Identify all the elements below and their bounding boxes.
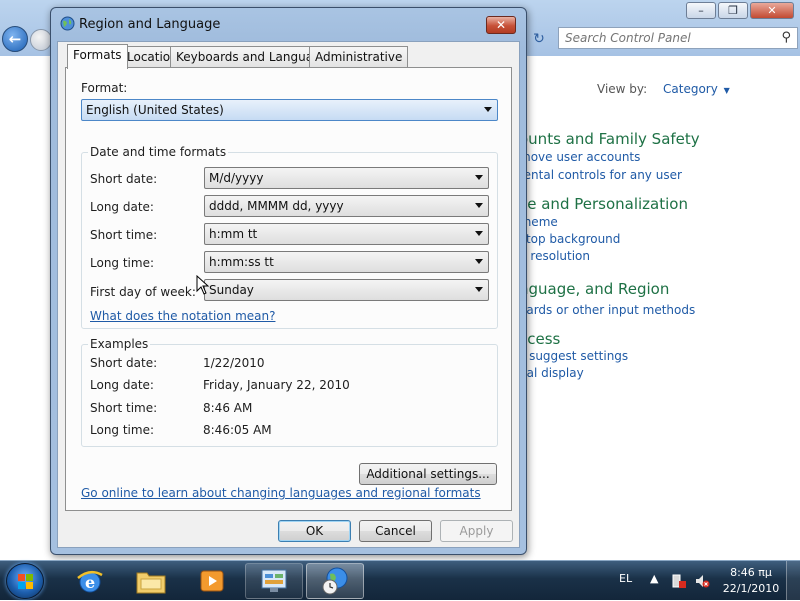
apply-button[interactable]: Apply [440, 520, 513, 542]
category-link[interactable]: s suggest settings [519, 349, 628, 363]
taskbar-internet-explorer[interactable]: e [61, 563, 119, 599]
first-day-label: First day of week: [90, 285, 196, 299]
back-button[interactable]: ← [2, 26, 28, 52]
show-hidden-icons-icon[interactable]: ▲ [650, 572, 658, 585]
example-short-time-label: Short time: [90, 401, 158, 415]
taskbar-clock[interactable]: 8:46 πμ 22/1/2010 [722, 565, 780, 597]
online-languages-link[interactable]: Go online to learn about changing langua… [81, 486, 481, 500]
first-day-dropdown[interactable]: Sunday [204, 279, 489, 301]
windows-logo-icon [18, 574, 33, 589]
chevron-down-icon [475, 203, 483, 208]
cancel-button[interactable]: Cancel [359, 520, 432, 542]
example-short-time-value: 8:46 AM [203, 401, 253, 415]
first-day-value: Sunday [209, 283, 254, 297]
cp-close-button[interactable]: ✕ [750, 2, 794, 19]
additional-settings-button[interactable]: Additional settings... [359, 463, 497, 485]
clock-time: 8:46 πμ [730, 566, 772, 579]
format-label: Format: [81, 81, 128, 95]
search-icon[interactable]: ⚲ [781, 30, 791, 45]
back-arrow-icon: ← [8, 30, 22, 48]
notation-help-link[interactable]: What does the notation mean? [90, 309, 275, 323]
short-time-label: Short time: [90, 228, 158, 242]
chevron-down-icon[interactable]: ▼ [724, 86, 730, 95]
category-user-accounts-title[interactable]: ounts and Family Safety [519, 130, 700, 148]
tab-administrative[interactable]: Administrative [309, 46, 409, 68]
category-link[interactable]: move user accounts [519, 150, 640, 164]
format-value: English (United States) [86, 103, 224, 117]
cp-caption-buttons: – ❐ ✕ [686, 2, 794, 19]
category-link[interactable]: oards or other input methods [519, 303, 695, 317]
category-appearance-title[interactable]: ce and Personalization [519, 195, 688, 213]
search-input[interactable] [565, 31, 765, 45]
cp-minimize-button[interactable]: – [686, 2, 716, 19]
taskbar: e EL ▲ 8:46 πμ 22/1/2010 [0, 560, 800, 601]
long-date-dropdown[interactable]: dddd, MMMM dd, yyyy [204, 195, 489, 217]
refresh-button[interactable]: ↻ [528, 29, 550, 49]
cp-maximize-button[interactable]: ❐ [718, 2, 748, 19]
forward-button[interactable] [30, 29, 52, 51]
dialog-client-area: Formats Location Keyboards and Languages… [57, 41, 520, 548]
globe-icon [60, 16, 75, 31]
category-clock-language-title[interactable]: nguage, and Region [519, 280, 669, 298]
region-language-dialog: Region and Language ✕ Formats Location K… [50, 7, 527, 555]
volume-muted-icon[interactable] [694, 573, 710, 589]
taskbar-windows-explorer[interactable] [122, 563, 180, 599]
view-by: View by: Category ▼ [597, 82, 730, 96]
internet-explorer-icon: e [77, 570, 103, 593]
control-panel-icon [261, 569, 287, 592]
ok-button[interactable]: OK [278, 520, 351, 542]
view-by-label: View by: [597, 82, 648, 96]
long-date-label: Long date: [90, 200, 154, 214]
example-short-date-value: 1/22/2010 [203, 356, 265, 370]
svg-text:e: e [85, 573, 95, 592]
search-box[interactable]: ⚲ [558, 27, 798, 49]
dialog-close-button[interactable]: ✕ [486, 16, 516, 34]
taskbar-region-language[interactable] [306, 563, 364, 599]
folder-icon [136, 572, 166, 594]
long-time-value: h:mm:ss tt [209, 255, 274, 269]
dialog-title: Region and Language [79, 17, 221, 32]
taskbar-media-player[interactable] [183, 563, 241, 599]
action-center-icon[interactable] [671, 573, 687, 589]
chevron-down-icon [475, 231, 483, 236]
formats-panel: Format: English (United States) Date and… [65, 67, 512, 511]
category-link[interactable]: ktop background [519, 232, 620, 246]
category-link[interactable]: rental controls for any user [519, 168, 682, 182]
refresh-icon: ↻ [533, 31, 545, 47]
long-time-dropdown[interactable]: h:mm:ss tt [204, 251, 489, 273]
category-link[interactable]: n resolution [519, 249, 590, 263]
example-long-time-value: 8:46:05 AM [203, 423, 272, 437]
short-time-value: h:mm tt [209, 227, 258, 241]
clock-date: 22/1/2010 [722, 582, 780, 595]
examples-title: Examples [88, 337, 151, 351]
short-time-dropdown[interactable]: h:mm tt [204, 223, 489, 245]
chevron-down-icon [475, 259, 483, 264]
show-desktop-button[interactable] [786, 561, 800, 601]
example-short-date-label: Short date: [90, 356, 158, 370]
chevron-down-icon [484, 107, 492, 112]
chevron-down-icon [475, 175, 483, 180]
taskbar-control-panel[interactable] [245, 563, 303, 599]
mouse-cursor-icon [196, 275, 210, 295]
example-long-time-label: Long time: [90, 423, 155, 437]
long-date-value: dddd, MMMM dd, yyyy [209, 199, 344, 213]
example-long-date-label: Long date: [90, 378, 154, 392]
date-time-formats-title: Date and time formats [88, 145, 229, 159]
start-button[interactable] [6, 563, 44, 599]
category-link[interactable]: ual display [519, 366, 584, 380]
example-long-date-value: Friday, January 22, 2010 [203, 378, 350, 392]
close-icon: ✕ [495, 18, 507, 32]
media-player-icon [200, 570, 224, 592]
input-language-indicator[interactable]: EL [619, 572, 632, 585]
globe-clock-icon [322, 567, 348, 595]
short-date-dropdown[interactable]: M/d/yyyy [204, 167, 489, 189]
view-by-dropdown[interactable]: Category [663, 82, 718, 96]
chevron-down-icon [475, 287, 483, 292]
tab-formats[interactable]: Formats [67, 44, 128, 69]
short-date-value: M/d/yyyy [209, 171, 264, 185]
format-dropdown[interactable]: English (United States) [81, 99, 498, 121]
long-time-label: Long time: [90, 256, 155, 270]
short-date-label: Short date: [90, 172, 158, 186]
